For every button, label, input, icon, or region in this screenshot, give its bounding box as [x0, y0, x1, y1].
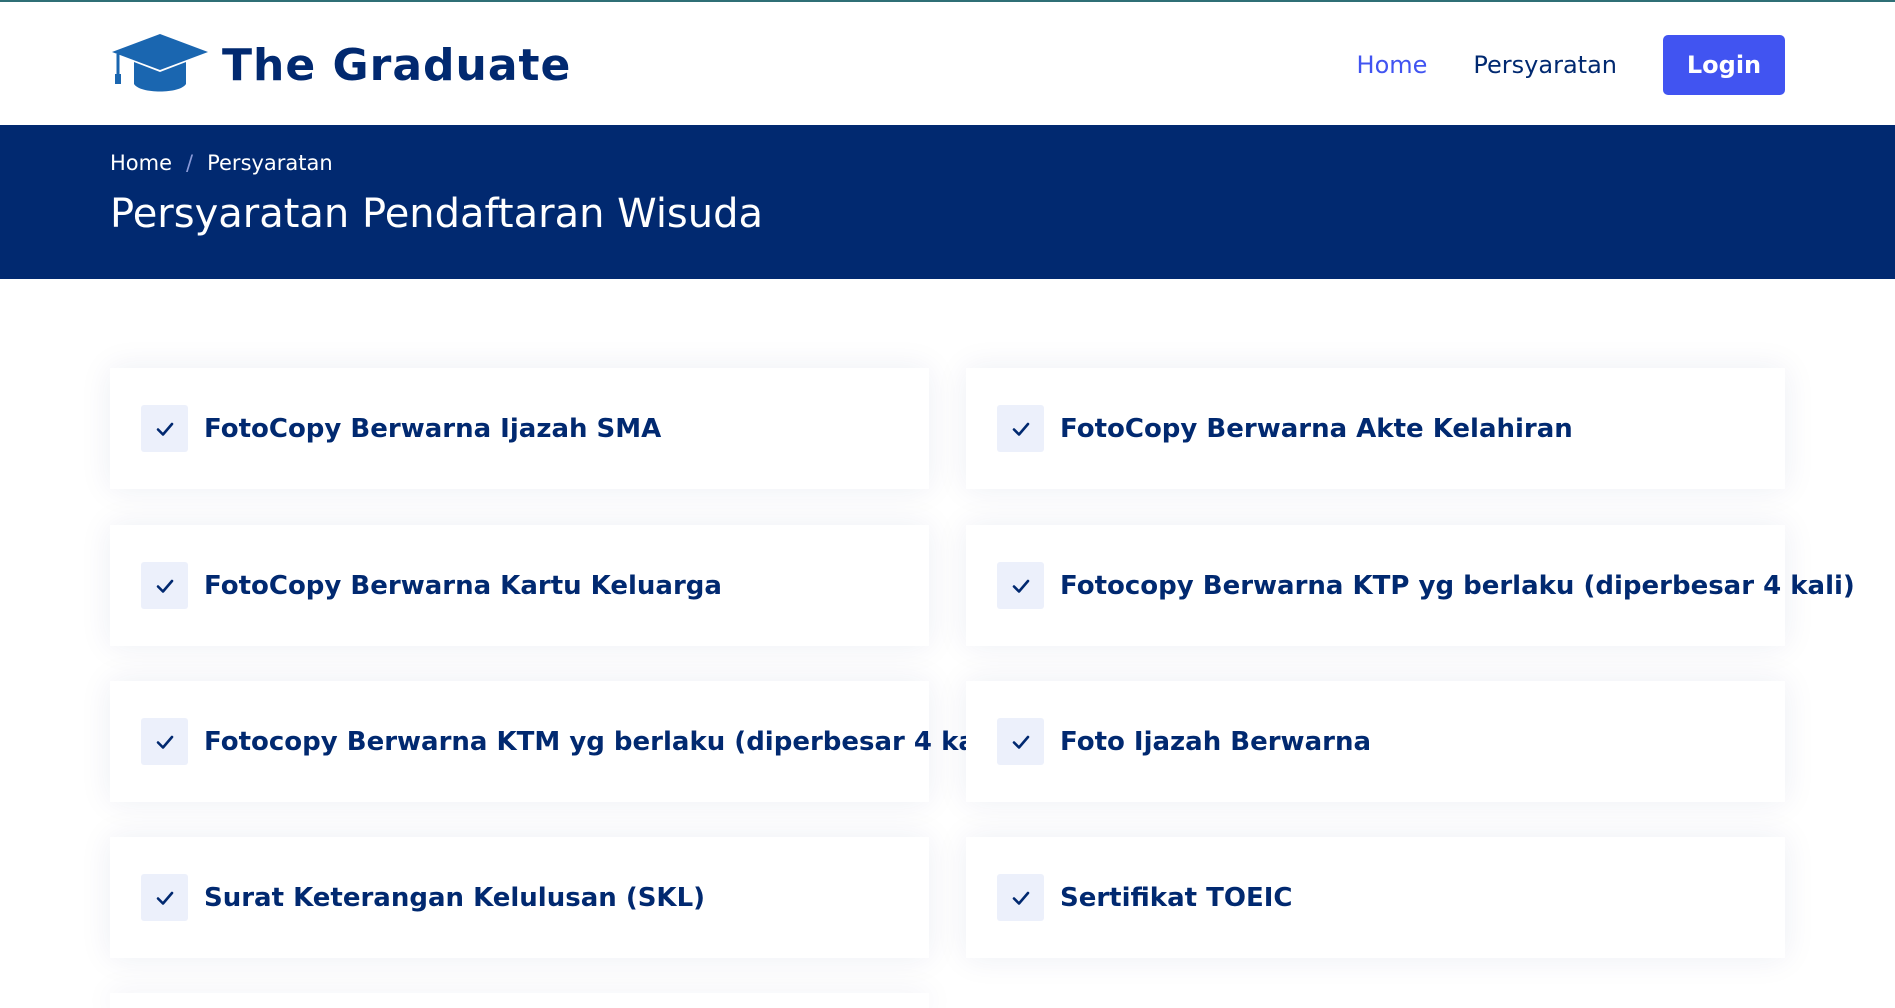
- requirement-card: Foto Ijazah Berwarna: [966, 681, 1785, 802]
- page-title: Persyaratan Pendaftaran Wisuda: [110, 191, 764, 237]
- check-icon: [997, 718, 1044, 765]
- requirement-card: Fotocopy Berwarna KTP yg berlaku (diperb…: [966, 525, 1855, 646]
- requirement-card: Sertifikat TOEIC: [966, 837, 1785, 958]
- breadcrumb-current: Persyaratan: [207, 151, 333, 175]
- brand-name: The Graduate: [222, 39, 572, 91]
- requirement-text: Foto Ijazah Berwarna: [1060, 726, 1371, 757]
- check-icon: [141, 874, 188, 921]
- check-icon: [141, 405, 188, 452]
- check-icon: [997, 562, 1044, 609]
- check-icon: [141, 562, 188, 609]
- site-header: The Graduate Home Persyaratan Login: [0, 2, 1895, 125]
- requirement-text: FotoCopy Berwarna Akte Kelahiran: [1060, 413, 1573, 444]
- nav-persyaratan-link[interactable]: Persyaratan: [1473, 51, 1617, 79]
- requirement-text: FotoCopy Berwarna Kartu Keluarga: [204, 570, 722, 601]
- logo[interactable]: The Graduate: [110, 32, 571, 98]
- breadcrumb-separator: /: [186, 151, 194, 175]
- requirement-card: FotoCopy Berwarna Ijazah SMA: [110, 368, 929, 489]
- requirement-text: Fotocopy Berwarna KTM yg berlaku (diperb…: [204, 726, 1006, 757]
- nav-home-link[interactable]: Home: [1357, 51, 1428, 79]
- requirement-text: Fotocopy Berwarna KTP yg berlaku (diperb…: [1060, 570, 1855, 601]
- requirement-card-partial: [110, 993, 929, 1008]
- requirement-card: FotoCopy Berwarna Akte Kelahiran: [966, 368, 1785, 489]
- requirement-text: Surat Keterangan Kelulusan (SKL): [204, 882, 706, 913]
- main-nav: Home Persyaratan Login: [1357, 35, 1785, 95]
- check-icon: [141, 718, 188, 765]
- page-banner: Home / Persyaratan Persyaratan Pendaftar…: [0, 125, 1895, 279]
- check-icon: [997, 874, 1044, 921]
- check-icon: [997, 405, 1044, 452]
- requirement-text: Sertifikat TOEIC: [1060, 882, 1293, 913]
- requirement-card: Fotocopy Berwarna KTM yg berlaku (diperb…: [110, 681, 1006, 802]
- breadcrumb-home-link[interactable]: Home: [110, 151, 172, 175]
- requirement-card: FotoCopy Berwarna Kartu Keluarga: [110, 525, 929, 646]
- graduation-cap-icon: [112, 34, 208, 92]
- requirement-card: Surat Keterangan Kelulusan (SKL): [110, 837, 929, 958]
- requirement-text: FotoCopy Berwarna Ijazah SMA: [204, 413, 662, 444]
- login-button[interactable]: Login: [1663, 35, 1785, 95]
- breadcrumb: Home / Persyaratan: [110, 151, 333, 175]
